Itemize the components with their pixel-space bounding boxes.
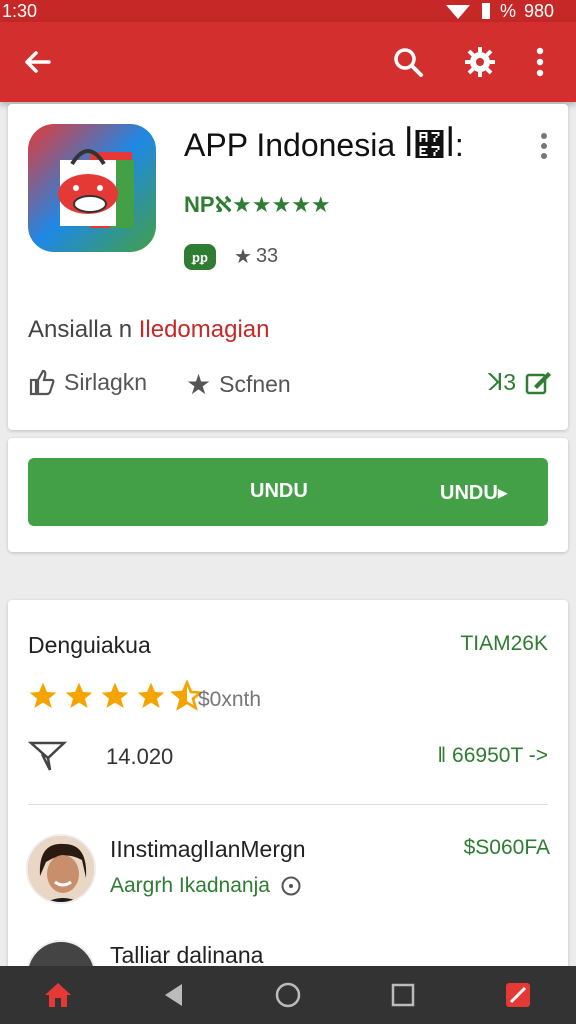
favorite-action-label: Scfnen <box>219 371 291 397</box>
review-price: $S060FA <box>463 836 550 859</box>
thumbs-up-icon <box>29 369 55 396</box>
star-icon <box>137 682 165 708</box>
description-prefix: Ansialla n <box>28 316 139 343</box>
star-icon <box>29 682 57 708</box>
stars-caption: $0xnth <box>198 688 262 711</box>
app-description: Ansialla n Iledomagian <box>28 316 270 344</box>
app-icon <box>28 124 156 252</box>
home-icon <box>44 983 71 1007</box>
reviewer-meta-text: Aargrh Ikadnanja <box>110 874 270 897</box>
app-rating: NPℵ★★★★★ <box>184 192 331 217</box>
star-icon: ★ <box>186 369 212 400</box>
app-header-card: APP Indonesia ꟾ꟧ꟾ: NPℵ★★★★★ ᵱᵱ ★ 33 Ansi… <box>8 104 568 430</box>
search-button[interactable] <box>386 40 430 84</box>
overflow-menu-icon <box>541 133 547 159</box>
nav-recents-button[interactable] <box>381 973 425 1017</box>
install-label: UNDU <box>250 480 308 502</box>
review-item[interactable]: IInstimaglIanMergn Aargrh Ikadnanja $S06… <box>26 834 550 914</box>
person-avatar-icon <box>28 836 94 902</box>
share-action-label: ꓘ3 <box>488 368 516 395</box>
stats-right-value: TIAM26K <box>460 632 548 655</box>
back-arrow-icon <box>25 51 51 73</box>
square-recents-icon <box>391 983 415 1007</box>
nav-app-button[interactable] <box>496 973 540 1017</box>
search-icon <box>394 48 423 77</box>
circle-home-icon <box>275 982 301 1008</box>
settings-button[interactable] <box>458 40 502 84</box>
status-time: 1:30 <box>2 0 38 21</box>
nav-home-button[interactable] <box>36 973 80 1017</box>
star-rating <box>26 680 204 712</box>
reviewer-name: Talliar dalinana <box>110 942 264 968</box>
battery-text: % <box>499 0 516 21</box>
description-accent: Iledomagian <box>138 316 270 343</box>
install-button[interactable]: UNDU UNDU▸ <box>28 458 548 526</box>
stats-row: 14.020 ǁ 66950T -> <box>27 738 548 774</box>
nav-back-button[interactable] <box>151 973 195 1017</box>
settings-gear-icon <box>465 47 495 77</box>
stats-link[interactable]: ǁ 66950T -> <box>438 744 548 768</box>
star-icon <box>101 682 129 708</box>
clock-icon <box>281 876 301 896</box>
reviewer-meta: Aargrh Ikadnanja <box>110 874 302 898</box>
app-actions: Sirlagkn ★ Scfnen ꓘ3 <box>28 368 552 404</box>
overflow-menu-icon <box>536 47 544 77</box>
install-label-secondary: UNDU▸ <box>440 482 508 504</box>
app-title: APP Indonesia ꟾ꟧ꟾ: <box>184 127 464 163</box>
wifi-icon <box>445 5 470 19</box>
download-count-value: 33 <box>255 245 279 267</box>
overflow-menu-button[interactable] <box>518 40 562 84</box>
app-bar <box>0 22 576 102</box>
signal-icon <box>481 3 490 19</box>
stats-title: Denguiakua <box>28 632 151 658</box>
divider <box>28 804 548 805</box>
favorite-action[interactable]: ★ Scfnen <box>186 368 291 401</box>
shopping-bag-icon <box>58 149 134 228</box>
send-icon <box>27 741 68 771</box>
like-action-label: Sirlagkn <box>64 368 148 395</box>
edit-app-icon <box>506 983 531 1007</box>
star-icon <box>65 682 93 708</box>
triangle-back-icon <box>164 984 182 1006</box>
card-overflow-button[interactable] <box>534 130 554 162</box>
share-edit-icon <box>525 372 551 395</box>
nav-home-circle-button[interactable] <box>266 973 310 1017</box>
editors-choice-badge: ᵱᵱ <box>184 244 216 270</box>
avatar <box>26 834 96 904</box>
signal-text: 980 <box>523 0 554 21</box>
share-action[interactable]: ꓘ3 <box>488 368 552 396</box>
install-card: UNDU UNDU▸ <box>8 438 568 552</box>
status-bar: 1:30 % 980 <box>0 0 576 22</box>
reviewer-name: IInstimaglIanMergn <box>110 836 306 862</box>
star-icon: ★ <box>234 246 252 268</box>
back-button[interactable] <box>16 40 60 84</box>
like-action[interactable]: Sirlagkn <box>28 368 147 396</box>
system-nav-bar <box>0 966 576 1024</box>
stats-card: Denguiakua TIAM26K $0xnth 14.020 ǁ 66950… <box>8 600 568 970</box>
stats-count: 14.020 <box>106 744 174 769</box>
download-count: ★ 33 <box>234 244 278 269</box>
